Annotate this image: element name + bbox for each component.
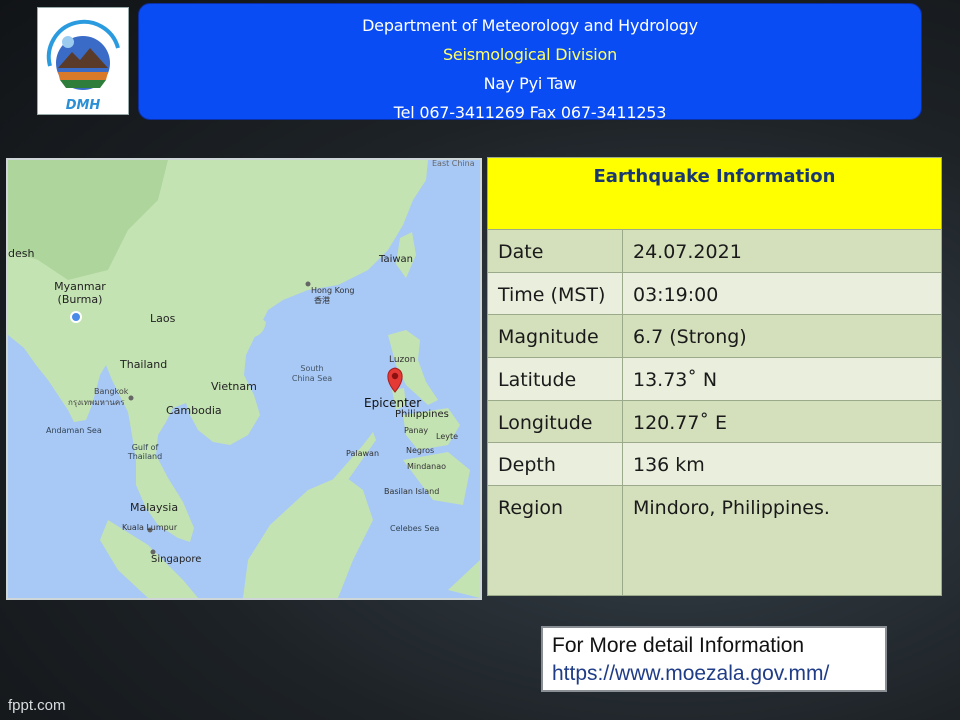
hongkong-dot (305, 281, 311, 287)
table-row: Depth 136 km (487, 442, 942, 486)
bangkok-dot (128, 395, 134, 401)
magnitude-label: Magnitude (487, 314, 623, 358)
contact-info: Tel 067-3411269 Fax 067-3411253 (393, 103, 667, 122)
table-row: Time (MST) 03:19:00 (487, 271, 942, 316)
map-label-basilan: Basilan Island (384, 487, 439, 496)
latitude-label: Latitude (487, 356, 623, 401)
dmh-logo: DMH (37, 7, 129, 115)
map-label-palawan: Palawan (346, 449, 379, 458)
map-label-bangkok: Bangkok (94, 387, 129, 396)
map-label-philippines: Philippines (395, 409, 449, 420)
depth-value: 136 km (622, 442, 942, 486)
table-row: Magnitude 6.7 (Strong) (487, 314, 942, 358)
map-label-hong-kong-local: 香港 (314, 295, 330, 305)
map-label-negros: Negros (406, 446, 434, 455)
more-info-text: For More detail Information (552, 634, 805, 657)
map-label-bangkok-local: กรุงเทพมหานคร (68, 398, 125, 407)
latitude-value: 13.73˚ N (622, 356, 942, 401)
map-svg: East China desh Myanmar (Burma) Laos Tha… (8, 160, 480, 598)
map-label-desh: desh (8, 247, 34, 260)
epicenter-map: East China desh Myanmar (Burma) Laos Tha… (6, 158, 482, 600)
table-row: Latitude 13.73˚ N (487, 356, 942, 401)
map-label-gulf-2: Thailand (127, 452, 162, 461)
time-label: Time (MST) (487, 271, 623, 316)
logo-text: DMH (66, 98, 101, 113)
map-label-taiwan: Taiwan (378, 254, 413, 265)
map-label-laos: Laos (150, 312, 176, 325)
map-label-epicenter: Epicenter (364, 396, 421, 410)
naypyitaw-marker (70, 311, 82, 323)
longitude-value: 120.77˚ E (622, 399, 942, 444)
map-label-thailand: Thailand (119, 358, 167, 371)
map-label-myanmar: Myanmar (54, 280, 106, 293)
map-label-gulf-1: Gulf of (132, 443, 159, 452)
map-label-andaman: Andaman Sea (46, 426, 102, 435)
depth-label: Depth (487, 442, 623, 486)
table-row: Region Mindoro, Philippines. (487, 485, 942, 596)
info-title: Earthquake Information (487, 157, 942, 230)
region-value: Mindoro, Philippines. (622, 485, 942, 596)
map-label-kuala-lumpur: Kuala Lumpur (122, 523, 178, 532)
map-label-luzon: Luzon (389, 355, 416, 365)
region-label: Region (487, 485, 623, 596)
map-label-hong-kong: Hong Kong (311, 286, 355, 295)
map-label-cambodia: Cambodia (166, 404, 222, 417)
map-label-scs-1: South (300, 364, 323, 373)
footer-watermark: fppt.com (8, 697, 66, 714)
map-label-vietnam: Vietnam (211, 380, 257, 393)
more-info-box: For More detail Information https://www.… (541, 626, 887, 692)
map-label-mindanao: Mindanao (407, 462, 446, 471)
map-label-malaysia: Malaysia (130, 501, 178, 514)
magnitude-value: 6.7 (Strong) (622, 314, 942, 358)
table-row: Longitude 120.77˚ E (487, 399, 942, 444)
city-name: Nay Pyi Taw (483, 74, 577, 93)
map-label-east-china: East China (432, 160, 475, 168)
map-label-burma: (Burma) (58, 293, 103, 306)
map-label-scs-2: China Sea (292, 374, 332, 383)
more-info-link[interactable]: https://www.moezala.gov.mm/ (552, 660, 885, 688)
map-label-celebes: Celebes Sea (390, 524, 439, 533)
date-value: 24.07.2021 (622, 229, 942, 273)
earthquake-info-table: Earthquake Information Date 24.07.2021 T… (487, 157, 942, 596)
table-row: Date 24.07.2021 (487, 229, 942, 273)
longitude-label: Longitude (487, 399, 623, 444)
division-name: Seismological Division (442, 45, 618, 64)
department-name: Department of Meteorology and Hydrology (362, 16, 698, 35)
header-banner: Department of Meteorology and Hydrology … (138, 3, 922, 122)
map-label-panay: Panay (404, 426, 428, 435)
date-label: Date (487, 229, 623, 273)
time-value: 03:19:00 (622, 271, 942, 316)
map-label-singapore: Singapore (151, 554, 201, 565)
map-label-leyte: Leyte (436, 432, 458, 441)
